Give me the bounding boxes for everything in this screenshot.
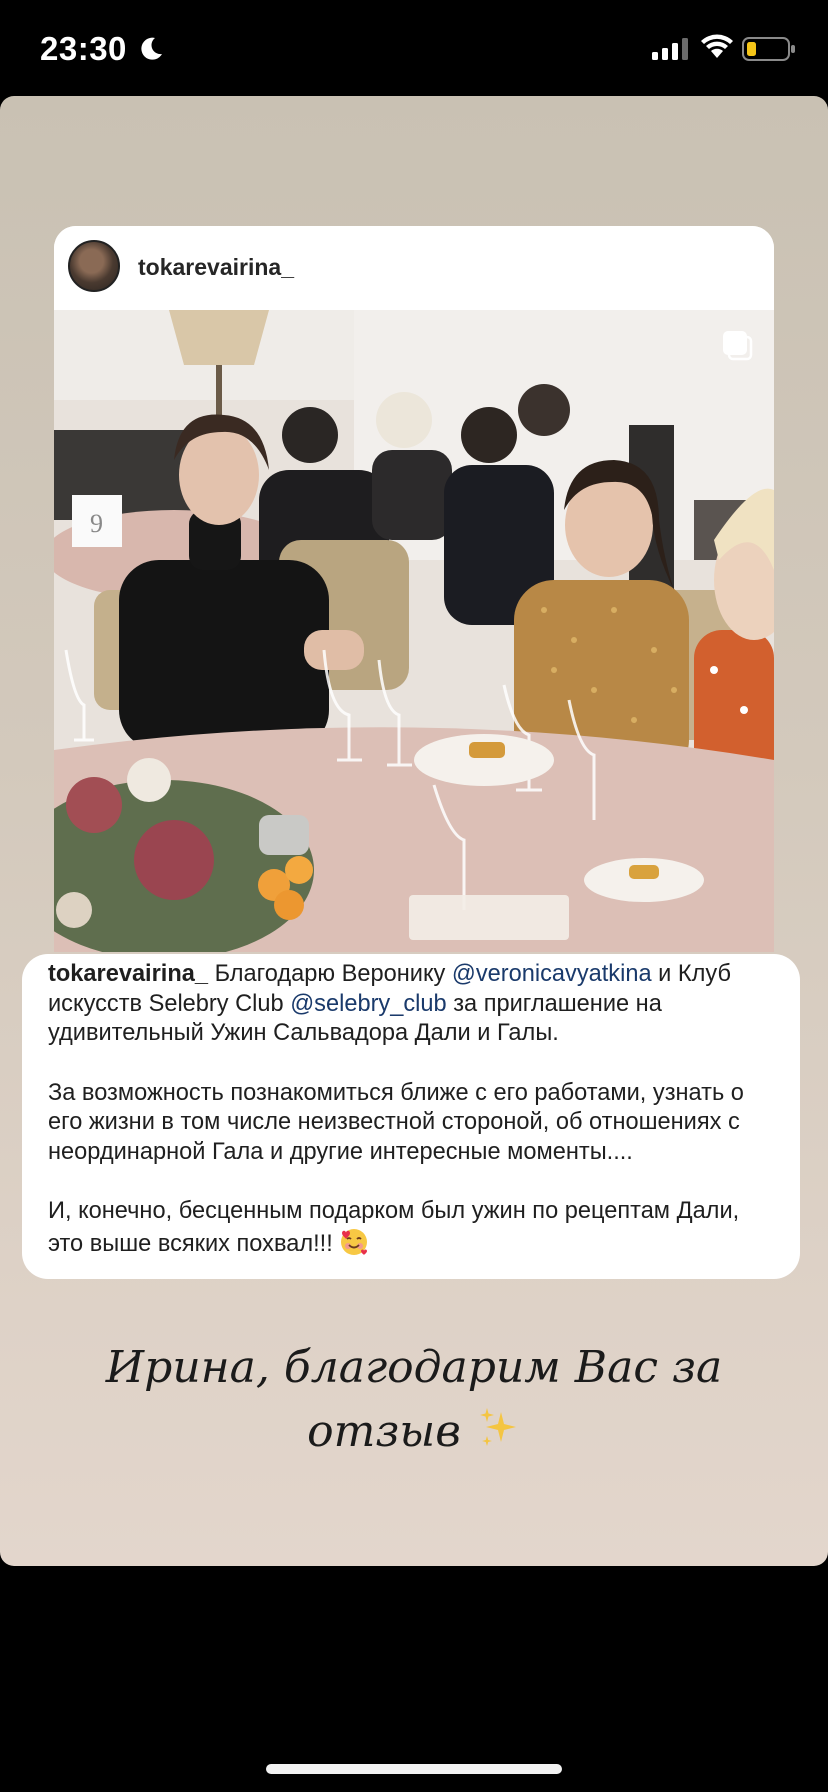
status-bar: 23:30 <box>0 0 828 96</box>
caption-username[interactable]: tokarevairina_ <box>48 961 208 987</box>
avatar[interactable] <box>68 240 120 292</box>
svg-text:9: 9 <box>90 509 103 538</box>
smiling-face-with-hearts-icon <box>341 1228 368 1255</box>
post-photo[interactable]: 9 <box>54 310 774 952</box>
caption-paragraph-2: За возможность познакомиться ближе с его… <box>48 1079 744 1165</box>
home-indicator[interactable] <box>266 1764 562 1774</box>
story-card: tokarevairina_ 9 tokarevairina_ Благодар… <box>0 96 828 1566</box>
mention-selebry-club[interactable]: @selebry_club <box>290 991 446 1017</box>
caption-text-1: Благодарю Веронику <box>208 961 452 987</box>
post-header: tokarevairina_ <box>54 226 774 310</box>
thanks-line-1: Ирина, благодарим Вас за <box>105 1342 723 1393</box>
thanks-line-2-text: отзыв <box>307 1406 475 1457</box>
moon-icon <box>141 37 162 60</box>
battery-icon <box>742 37 795 61</box>
status-time: 23:30 <box>40 30 127 67</box>
sparkles-icon <box>479 1408 516 1446</box>
caption-paragraph-3-text: И, конечно, бесценным подарком был ужин … <box>48 1198 740 1257</box>
caption-card: tokarevairina_ Благодарю Веронику @veron… <box>22 954 800 1279</box>
wifi-icon <box>701 34 733 58</box>
shared-post[interactable]: tokarevairina_ 9 <box>54 226 774 952</box>
multiple-photos-icon <box>723 331 753 361</box>
mention-veronicavyatkina[interactable]: @veronicavyatkina <box>452 961 652 987</box>
post-username[interactable]: tokarevairina_ <box>138 254 294 281</box>
thanks-line-2: отзыв <box>0 1400 828 1464</box>
caption-paragraph-1: tokarevairina_ Благодарю Веронику @veron… <box>48 960 774 1049</box>
cellular-signal-icon <box>652 38 688 60</box>
story-thanks-text: Ирина, благодарим Вас за отзыв <box>0 1336 828 1464</box>
dinner-photo: 9 <box>54 310 774 952</box>
caption-paragraph-3: И, конечно, бесценным подарком был ужин … <box>48 1197 774 1259</box>
